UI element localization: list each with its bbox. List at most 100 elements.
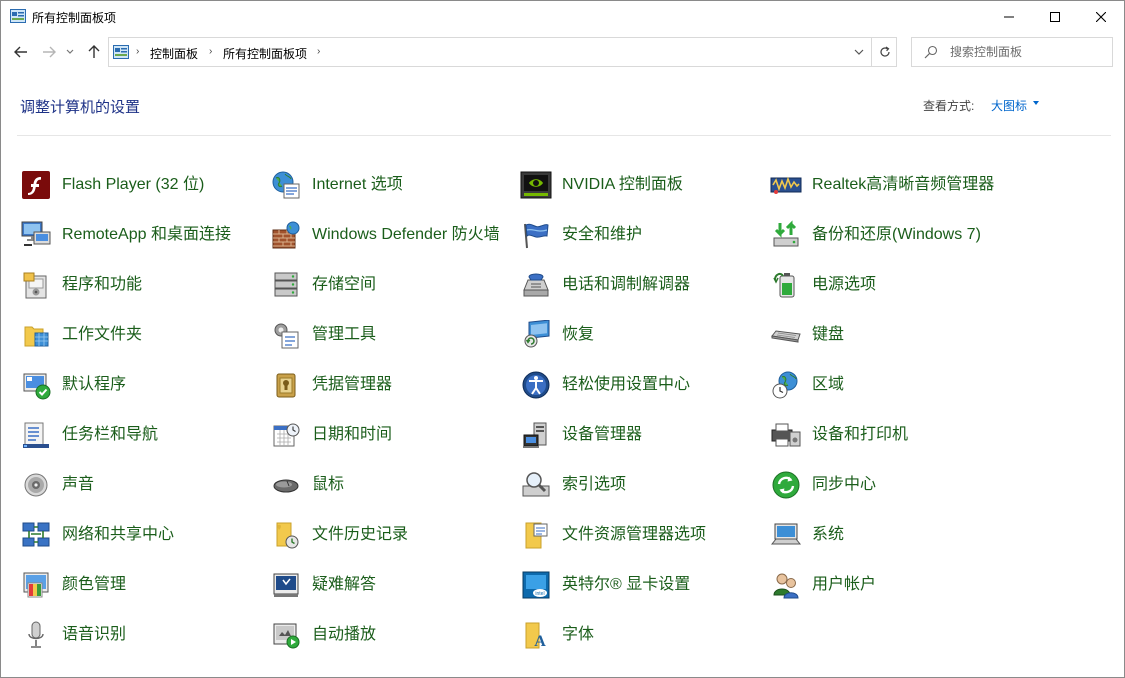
microphone-icon (19, 618, 53, 652)
item-label: 键盘 (812, 326, 845, 343)
maximize-button[interactable] (1032, 1, 1078, 32)
phone-icon (519, 268, 553, 302)
battery-icon (769, 268, 803, 302)
search-input[interactable] (950, 43, 1106, 61)
item-system[interactable]: 系统 (769, 515, 1005, 555)
item-power-options[interactable]: 电源选项 (769, 265, 1005, 305)
item-phone-modem[interactable]: 电话和调制解调器 (519, 265, 755, 305)
item-internet-options[interactable]: Internet 选项 (269, 165, 505, 205)
item-default-programs[interactable]: 默认程序 (19, 365, 255, 405)
item-credential-manager[interactable]: 凭据管理器 (269, 365, 505, 405)
title-bar[interactable]: 所有控制面板项 (1, 1, 1124, 32)
svg-text:A: A (534, 633, 546, 650)
breadcrumb-separator[interactable]: › (209, 46, 212, 57)
item-work-folders[interactable]: 工作文件夹 (19, 315, 255, 355)
item-fonts[interactable]: A 字体 (519, 615, 755, 655)
item-network-sharing[interactable]: 网络和共享中心 (19, 515, 255, 555)
address-bar[interactable]: › 控制面板 › 所有控制面板项 › (108, 37, 897, 67)
forward-button[interactable] (38, 41, 60, 63)
item-autoplay[interactable]: 自动播放 (269, 615, 505, 655)
item-mouse[interactable]: 鼠标 (269, 465, 505, 505)
item-label: 凭据管理器 (312, 376, 393, 393)
item-label: 存储空间 (312, 276, 377, 293)
item-label: 文件历史记录 (312, 526, 409, 543)
item-flash-player[interactable]: Flash Player (32 位) (19, 165, 255, 205)
globe-icon (269, 168, 303, 202)
item-label: 声音 (62, 476, 95, 493)
view-by-dropdown[interactable]: 大图标 (991, 97, 1027, 114)
breadcrumb-separator[interactable]: › (136, 46, 139, 57)
page-title: 调整计算机的设置 (20, 99, 141, 116)
item-ease-of-access[interactable]: 轻松使用设置中心 (519, 365, 755, 405)
chevron-down-icon (66, 49, 74, 54)
item-label: 网络和共享中心 (62, 526, 175, 543)
item-devices-printers[interactable]: 设备和打印机 (769, 415, 1005, 455)
item-label: RemoteApp 和桌面连接 (62, 226, 231, 243)
item-sound[interactable]: 声音 (19, 465, 255, 505)
sync-icon (769, 468, 803, 502)
item-programs-features[interactable]: 程序和功能 (19, 265, 255, 305)
search-box[interactable] (911, 37, 1113, 67)
mouse-icon (269, 468, 303, 502)
backup-icon (769, 218, 803, 252)
recent-locations-button[interactable] (63, 41, 77, 63)
refresh-button[interactable] (871, 38, 897, 66)
item-nvidia-control-panel[interactable]: NVIDIA 控制面板 (519, 165, 755, 205)
up-button[interactable] (83, 41, 105, 63)
item-keyboard[interactable]: 键盘 (769, 315, 1005, 355)
item-label: Realtek高清晰音频管理器 (812, 176, 995, 193)
back-button[interactable] (10, 41, 32, 63)
item-label: 自动播放 (312, 626, 377, 643)
item-recovery[interactable]: 恢复 (519, 315, 755, 355)
caret-down-icon[interactable] (1033, 101, 1039, 105)
item-backup-restore[interactable]: 备份和还原(Windows 7) (769, 215, 1005, 255)
item-windows-firewall[interactable]: Windows Defender 防火墙 (269, 205, 505, 265)
item-label: 日期和时间 (312, 426, 393, 443)
region-icon (769, 368, 803, 402)
item-region[interactable]: 区域 (769, 365, 1005, 405)
default-programs-icon (19, 368, 53, 402)
item-color-management[interactable]: 颜色管理 (19, 565, 255, 605)
control-panel-window: 所有控制面板项 › 控制面板 › 所有控制面板项 › 搜索控制面板 调整计算机的… (0, 0, 1125, 678)
item-label: 疑难解答 (312, 576, 377, 593)
speaker-icon (19, 468, 53, 502)
item-realtek-audio[interactable]: Realtek高清晰音频管理器 (769, 165, 1005, 205)
item-security-maintenance[interactable]: 安全和维护 (519, 215, 755, 255)
item-sync-center[interactable]: 同步中心 (769, 465, 1005, 505)
item-label: 备份和还原(Windows 7) (812, 226, 981, 243)
svg-text:intel: intel (535, 591, 544, 597)
control-panel-icon (113, 45, 129, 59)
arrow-up-icon (88, 45, 100, 58)
item-intel-graphics[interactable]: intel 英特尔® 显卡设置 (519, 565, 755, 605)
address-dropdown-button[interactable] (848, 38, 870, 66)
printer-icon (769, 418, 803, 452)
item-troubleshooting[interactable]: 疑难解答 (269, 565, 505, 605)
item-speech-recognition[interactable]: 语音识别 (19, 615, 255, 655)
breadcrumb-separator[interactable]: › (317, 46, 320, 57)
item-indexing-options[interactable]: 索引选项 (519, 465, 755, 505)
item-user-accounts[interactable]: 用户帐户 (769, 565, 1005, 605)
folder-icon (19, 318, 53, 352)
item-device-manager[interactable]: 设备管理器 (519, 415, 755, 455)
item-label: 设备和打印机 (812, 426, 909, 443)
taskbar-icon (19, 418, 53, 452)
item-file-history[interactable]: 文件历史记录 (269, 515, 505, 555)
item-file-explorer-options[interactable]: 文件资源管理器选项 (519, 515, 755, 555)
intel-graphics-icon: intel (519, 568, 553, 602)
item-remoteapp[interactable]: RemoteApp 和桌面连接 (19, 215, 255, 255)
item-label: 工作文件夹 (62, 326, 143, 343)
window-title: 所有控制面板项 (32, 11, 117, 25)
item-date-time[interactable]: 日期和时间 (269, 415, 505, 455)
item-taskbar-navigation[interactable]: 任务栏和导航 (19, 415, 255, 455)
item-storage-spaces[interactable]: 存储空间 (269, 265, 505, 305)
close-button[interactable] (1078, 1, 1124, 32)
item-label: 程序和功能 (62, 276, 143, 293)
item-label: 系统 (812, 526, 845, 543)
item-administrative-tools[interactable]: 管理工具 (269, 315, 505, 355)
accessibility-icon (519, 368, 553, 402)
minimize-button[interactable] (986, 1, 1032, 32)
item-label: 英特尔® 显卡设置 (562, 576, 691, 593)
audio-manager-icon (769, 168, 803, 202)
breadcrumb-control-panel[interactable]: 控制面板 (150, 45, 198, 62)
breadcrumb-all-items[interactable]: 所有控制面板项 (223, 45, 307, 62)
